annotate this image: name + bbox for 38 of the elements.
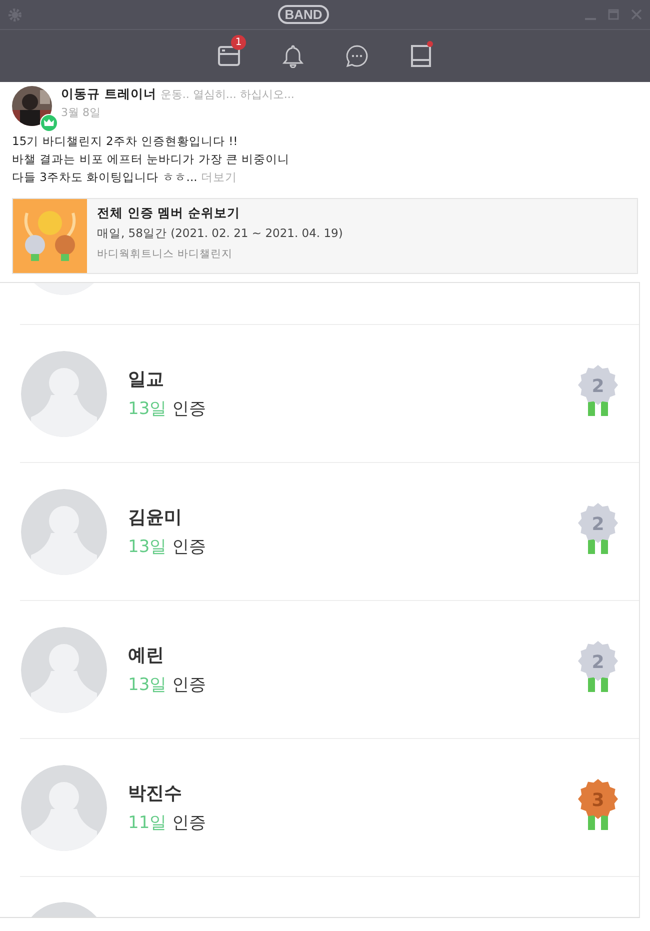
medal-icon <box>578 502 618 554</box>
medals-icon <box>13 199 87 273</box>
medal-icon <box>578 778 618 830</box>
crown-badge-icon <box>40 114 58 132</box>
page-icon[interactable] <box>411 45 431 67</box>
certification-count: 13일 인증 <box>128 398 208 420</box>
member-name: 박진수 <box>128 782 183 805</box>
avatar-icon <box>21 626 107 712</box>
medal-icon <box>578 640 618 692</box>
post-text: 바챌 결과는 비포 에프터 눈바디가 가장 큰 비중이니 <box>12 152 290 166</box>
band-logo: BAND <box>278 5 330 24</box>
card-period: 매일, 58일간 (2021. 02. 21 ~ 2021. 04. 19) <box>97 226 343 241</box>
member-name: 일교 <box>128 368 165 391</box>
certification-count: 11일 인증 <box>128 812 208 834</box>
feed-icon[interactable] <box>218 46 240 66</box>
bell-icon[interactable] <box>281 44 305 68</box>
avatar-icon <box>21 764 107 850</box>
card-band-name: 바디웍휘트니스 바디챌린지 <box>97 247 234 261</box>
post-text: 다들 3주차도 화이팅입니다 ㅎㅎ... <box>12 170 198 184</box>
challenge-card[interactable]: 전체 인증 멤버 순위보기 매일, 58일간 (2021. 02. 21 ~ 2021. 04. 19) 바디웍휘트니스 바디챌린지 <box>12 198 638 274</box>
medal-rank: 2 <box>592 652 604 672</box>
avatar-icon <box>21 350 107 436</box>
certification-count: 13일 인증 <box>128 536 208 558</box>
author-status: 운동.. 열심히... 하십시오... <box>160 88 294 101</box>
chat-icon[interactable] <box>345 44 369 68</box>
post-text: 15기 바디챌린지 2주차 인증현황입니다 !! <box>12 134 238 148</box>
member-name: 예린 <box>128 644 165 667</box>
member-name: 김윤미 <box>128 506 183 529</box>
notification-badge: 1 <box>231 35 246 50</box>
medal-rank: 2 <box>592 376 604 396</box>
post-date: 3월 8일 <box>61 105 102 120</box>
medal-rank: 3 <box>592 790 604 810</box>
certification-count: 13일 인증 <box>128 674 208 696</box>
avatar-icon <box>21 488 107 574</box>
medal-icon <box>578 364 618 416</box>
medal-rank: 2 <box>592 514 604 534</box>
author-name[interactable]: 이동규 트레이너 <box>61 86 156 101</box>
card-title: 전체 인증 멤버 순위보기 <box>97 205 242 222</box>
